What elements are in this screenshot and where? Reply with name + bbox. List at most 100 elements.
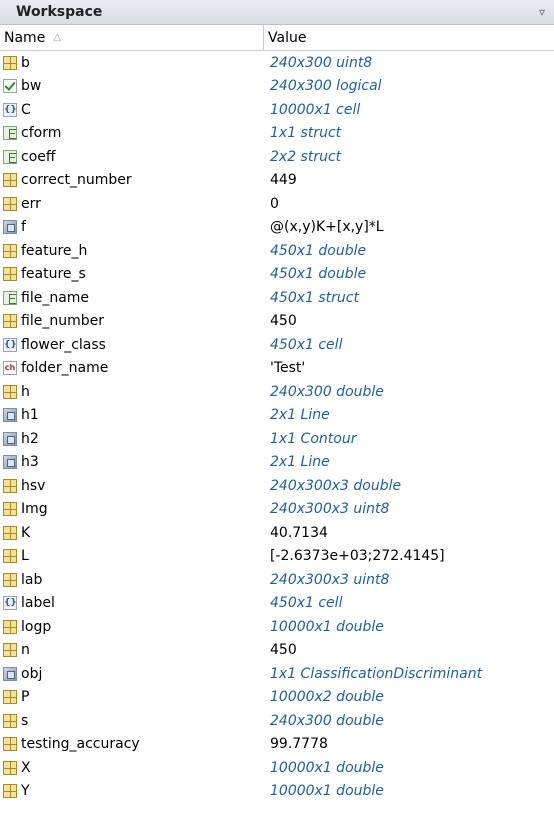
variable-name: label <box>21 595 55 612</box>
variable-row[interactable]: lab 240x300x3 uint8 <box>0 568 554 592</box>
variable-name-cell: Img <box>0 501 264 517</box>
matrix-icon <box>3 525 17 540</box>
variable-row[interactable]: logp 10000x1 double <box>0 615 554 639</box>
variable-name: logp <box>21 618 52 635</box>
variable-name: h2 <box>21 430 39 447</box>
variable-name: flower_class <box>21 336 106 353</box>
variable-row[interactable]: K 40.7134 <box>0 521 554 545</box>
variable-name: X <box>21 759 31 776</box>
circle-chevron-down-icon[interactable]: ▿ <box>534 4 550 20</box>
variable-row[interactable]: C 10000x1 cell <box>0 98 554 122</box>
object-icon <box>3 431 17 446</box>
variable-row[interactable]: file_number 450 <box>0 310 554 334</box>
variable-row[interactable]: testing_accuracy 99.7778 <box>0 733 554 757</box>
variable-name-cell: err <box>0 196 264 212</box>
variable-row[interactable]: hsv 240x300x3 double <box>0 474 554 498</box>
variable-name: obj <box>21 665 43 682</box>
variable-row[interactable]: coeff 2x2 struct <box>0 145 554 169</box>
matrix-icon <box>3 619 17 634</box>
variable-row[interactable]: X 10000x1 double <box>0 756 554 780</box>
variable-row[interactable]: h1 2x1 Line <box>0 404 554 428</box>
variable-list: b 240x300 uint8 bw 240x300 logical C 10000x1 … <box>0 51 554 803</box>
variable-name: Y <box>21 783 30 800</box>
variable-value: 'Test' <box>270 360 306 377</box>
variable-name: b <box>21 54 30 71</box>
variable-row[interactable]: bw 240x300 logical <box>0 75 554 99</box>
variable-name: h1 <box>21 407 39 424</box>
variable-value: 450x1 struct <box>270 289 359 306</box>
object-icon <box>3 666 17 681</box>
variable-name-cell: h1 <box>0 407 264 423</box>
matrix-icon <box>3 478 17 493</box>
variable-name: coeff <box>21 148 56 165</box>
variable-name-cell: file_name <box>0 290 264 306</box>
variable-row[interactable]: b 240x300 uint8 <box>0 51 554 75</box>
variable-value: 450 <box>270 313 297 330</box>
variable-row[interactable]: P 10000x2 double <box>0 686 554 710</box>
name-column-header[interactable]: Name △ <box>0 25 264 50</box>
matrix-icon <box>3 243 17 258</box>
variable-row[interactable]: n 450 <box>0 639 554 663</box>
variable-row[interactable]: h3 2x1 Line <box>0 451 554 475</box>
variable-value: 2x2 struct <box>270 148 342 165</box>
variable-row[interactable]: folder_name 'Test' <box>0 357 554 381</box>
variable-name: cform <box>21 125 62 142</box>
matrix-icon <box>3 196 17 211</box>
variable-row[interactable]: err 0 <box>0 192 554 216</box>
variable-name-cell: n <box>0 642 264 658</box>
variable-row[interactable]: cform 1x1 struct <box>0 122 554 146</box>
variable-row[interactable]: obj 1x1 ClassificationDiscriminant <box>0 662 554 686</box>
variable-name: s <box>21 712 29 729</box>
variable-value: 99.7778 <box>270 736 328 753</box>
variable-row[interactable]: file_name 450x1 struct <box>0 286 554 310</box>
matrix-icon <box>3 713 17 728</box>
variable-name: P <box>21 689 30 706</box>
variable-name: C <box>21 101 31 118</box>
matrix-icon <box>3 760 17 775</box>
matrix-icon <box>3 502 17 517</box>
variable-row[interactable]: feature_h 450x1 double <box>0 239 554 263</box>
variable-name: feature_s <box>21 266 86 283</box>
variable-value: 1x1 struct <box>270 125 342 142</box>
variable-name: file_name <box>21 289 90 306</box>
value-column-header[interactable]: Value <box>264 25 554 50</box>
variable-row[interactable]: h2 1x1 Contour <box>0 427 554 451</box>
variable-row[interactable]: Y 10000x1 double <box>0 780 554 804</box>
object-icon <box>3 408 17 423</box>
matrix-icon <box>3 690 17 705</box>
variable-name: n <box>21 642 30 659</box>
variable-name-cell: folder_name <box>0 360 264 376</box>
variable-name-cell: h <box>0 384 264 400</box>
variable-name: h <box>21 383 30 400</box>
variable-value: 1x1 Contour <box>270 430 357 447</box>
workspace-panel: Workspace ▿ Name △ Value b 240x300 uint8 b… <box>0 0 554 823</box>
variable-name: lab <box>21 571 43 588</box>
variable-row[interactable]: flower_class 450x1 cell <box>0 333 554 357</box>
value-column-label: Value <box>268 29 307 46</box>
variable-name-cell: flower_class <box>0 337 264 353</box>
variable-row[interactable]: label 450x1 cell <box>0 592 554 616</box>
variable-name: correct_number <box>21 172 132 189</box>
variable-row[interactable]: s 240x300 double <box>0 709 554 733</box>
variable-name-cell: Y <box>0 783 264 799</box>
variable-row[interactable]: correct_number 449 <box>0 169 554 193</box>
matrix-icon <box>3 643 17 658</box>
variable-name-cell: bw <box>0 78 264 94</box>
variable-value: 2x1 Line <box>270 407 330 424</box>
column-header: Name △ Value <box>0 25 554 51</box>
variable-row[interactable]: f @(x,y)K+[x,y]*L <box>0 216 554 240</box>
variable-row[interactable]: feature_s 450x1 double <box>0 263 554 287</box>
variable-name-cell: file_number <box>0 313 264 329</box>
variable-name-cell: C <box>0 102 264 118</box>
logical-check-icon <box>3 79 17 94</box>
variable-name: K <box>21 524 31 541</box>
variable-row[interactable]: L [-2.6373e+03;272.4145] <box>0 545 554 569</box>
matrix-icon <box>3 737 17 752</box>
variable-value: 0 <box>270 195 279 212</box>
variable-name-cell: feature_h <box>0 243 264 259</box>
matrix-icon <box>3 549 17 564</box>
variable-name: Img <box>21 501 48 518</box>
variable-name: hsv <box>21 477 46 494</box>
variable-row[interactable]: h 240x300 double <box>0 380 554 404</box>
variable-row[interactable]: Img 240x300x3 uint8 <box>0 498 554 522</box>
